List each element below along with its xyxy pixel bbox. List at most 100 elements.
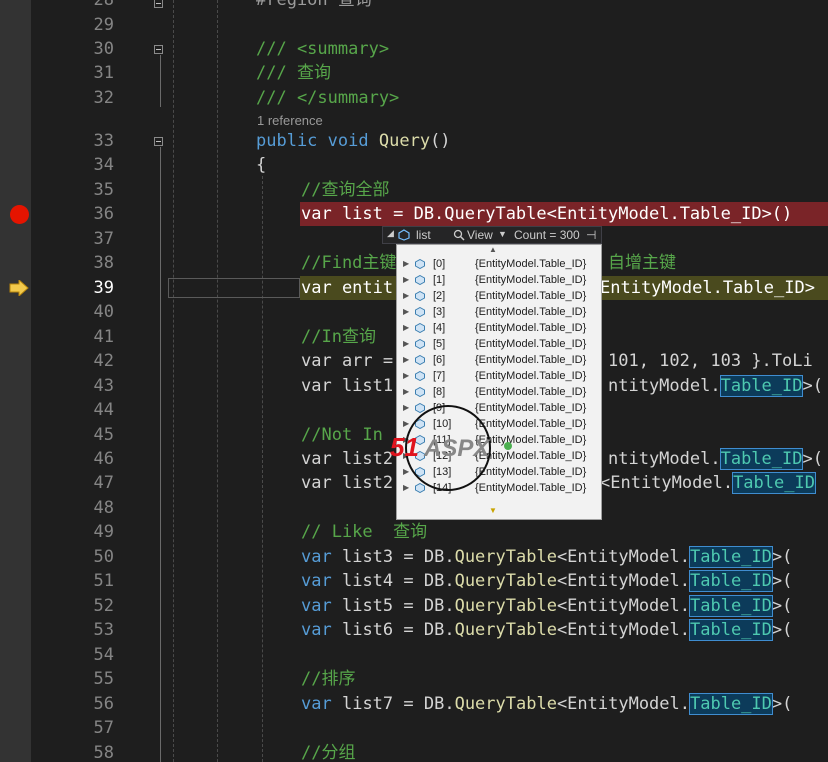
code-line-47-tail[interactable]: <EntityModel.Table_ID (600, 471, 816, 495)
code-line-45[interactable]: //Not In (301, 423, 383, 447)
object-icon (415, 323, 425, 333)
expand-arrow-icon[interactable]: ▶ (403, 272, 409, 288)
code-line-31[interactable]: /// 查询 (256, 61, 331, 85)
collapse-arrow-icon[interactable]: ◢ (387, 228, 394, 239)
pin-icon[interactable]: ⊣ (586, 228, 596, 242)
item-value: {EntityModel.Table_ID} (475, 258, 587, 270)
datatip-row[interactable]: ▶ [8] {EntityModel.Table_ID} (397, 384, 601, 400)
breakpoint-margin[interactable] (0, 0, 31, 762)
fold-toggle-method[interactable] (154, 137, 163, 146)
datatip-row[interactable]: ▶ [0] {EntityModel.Table_ID} (397, 256, 601, 272)
fold-toggle-summary[interactable] (154, 45, 163, 54)
fold-toggle-region[interactable] (154, 0, 163, 8)
expand-arrow-icon[interactable]: ▶ (403, 304, 409, 320)
item-value: {EntityModel.Table_ID} (475, 274, 587, 286)
codelens-references[interactable]: 1 reference (257, 113, 323, 129)
code-line-33[interactable]: public void Query() (256, 129, 451, 153)
line-number: 41 (93, 327, 114, 347)
code-line-56[interactable]: var list7 = DB.QueryTable<EntityModel.Ta… (301, 692, 792, 716)
expand-arrow-icon[interactable]: ▶ (403, 368, 409, 384)
code-line-42[interactable]: var arr = (301, 349, 393, 373)
magnifier-icon (453, 229, 465, 241)
item-index: [2] (433, 290, 446, 302)
object-icon (415, 259, 425, 269)
item-value: {EntityModel.Table_ID} (475, 290, 587, 302)
code-line-41[interactable]: //In查询 (301, 325, 376, 349)
code-line-50[interactable]: var list3 = DB.QueryTable<EntityModel.Ta… (301, 545, 792, 569)
line-number: 37 (93, 229, 114, 249)
expand-arrow-icon[interactable]: ▶ (403, 352, 409, 368)
code-line-55[interactable]: //排序 (301, 667, 355, 691)
expand-arrow-icon[interactable]: ▶ (403, 256, 409, 272)
line-number: 40 (93, 302, 114, 322)
code-line-42-tail[interactable]: 101, 102, 103 }.ToLi (608, 349, 813, 373)
view-dropdown[interactable]: View (467, 228, 493, 242)
code-line-28[interactable]: #region 查询 (256, 0, 372, 12)
svg-text:ASPX: ASPX (423, 435, 491, 462)
code-line-46[interactable]: var list2 (301, 447, 393, 471)
code-line-49[interactable]: // Like 查询 (301, 520, 427, 544)
code-line-46-tail[interactable]: ntityModel.Table_ID>( (608, 447, 823, 471)
code-line-34[interactable]: { (256, 153, 266, 177)
line-number: 45 (93, 425, 114, 445)
expand-arrow-icon[interactable]: ▶ (403, 288, 409, 304)
highlight-match: Table_ID (732, 472, 816, 494)
datatip-row[interactable]: ▶ [3] {EntityModel.Table_ID} (397, 304, 601, 320)
code-token: <EntityModel. (556, 596, 690, 616)
svg-text:51: 51 (390, 432, 419, 462)
object-icon (415, 275, 425, 285)
breakpoint-icon[interactable] (10, 205, 29, 224)
datatip-header[interactable]: ◢ list View ▼ Count = 300 ⊣ (382, 226, 602, 244)
code-line-43[interactable]: var list1 (301, 374, 393, 398)
line-number: 51 (93, 571, 114, 591)
datatip-row[interactable]: ▶ [5] {EntityModel.Table_ID} (397, 336, 601, 352)
code-line-51[interactable]: var list4 = DB.QueryTable<EntityModel.Ta… (301, 569, 792, 593)
text: ntityModel. (608, 449, 721, 469)
code-line-53[interactable]: var list6 = DB.QueryTable<EntityModel.Ta… (301, 618, 792, 642)
item-index: [8] (433, 386, 446, 398)
code-line-36[interactable]: var list = DB.QueryTable<EntityModel.Tab… (301, 202, 792, 226)
code-token: >( (771, 547, 793, 567)
fold-line (160, 55, 161, 107)
scroll-down-icon[interactable]: ▼ (489, 506, 497, 515)
item-index: [3] (433, 306, 446, 318)
expand-arrow-icon[interactable]: ▶ (403, 336, 409, 352)
datatip-row[interactable]: ▶ [2] {EntityModel.Table_ID} (397, 288, 601, 304)
item-value: {EntityModel.Table_ID} (475, 338, 587, 350)
item-value: {EntityModel.Table_ID} (475, 354, 587, 366)
code-line-52[interactable]: var list5 = DB.QueryTable<EntityModel.Ta… (301, 594, 792, 618)
text: >( (802, 376, 823, 396)
item-index: [6] (433, 354, 446, 366)
line-number: 53 (93, 620, 114, 640)
datatip-row[interactable]: ▶ [4] {EntityModel.Table_ID} (397, 320, 601, 336)
highlight-match: Table_ID (689, 619, 773, 641)
code-token: <EntityModel. (556, 571, 690, 591)
method-name: Query (378, 131, 431, 151)
code-line-47[interactable]: var list2 (301, 471, 393, 495)
code-line-38-tail[interactable]: 自增主键 (608, 251, 676, 275)
chevron-down-icon[interactable]: ▼ (498, 229, 507, 239)
line-number: 28 (93, 0, 114, 10)
code-line-32[interactable]: /// </summary> (256, 86, 399, 110)
keyword: void (327, 131, 369, 151)
scroll-up-icon[interactable]: ▲ (489, 245, 497, 254)
datatip-row[interactable]: ▶ [6] {EntityModel.Table_ID} (397, 352, 601, 368)
object-icon (415, 387, 425, 397)
code-line-58[interactable]: //分组 (301, 741, 355, 762)
code-line-43-tail[interactable]: ntityModel.Table_ID>( (608, 374, 823, 398)
line-number: 39 (93, 278, 114, 298)
code-line-38[interactable]: //Find主键 (301, 251, 396, 275)
code-line-35[interactable]: //查询全部 (301, 178, 389, 202)
expand-arrow-icon[interactable]: ▶ (403, 384, 409, 400)
code-line-30[interactable]: /// <summary> (256, 37, 389, 61)
code-token: >( (771, 596, 793, 616)
object-icon (415, 371, 425, 381)
datatip-row[interactable]: ▶ [7] {EntityModel.Table_ID} (397, 368, 601, 384)
expand-arrow-icon[interactable]: ▶ (403, 320, 409, 336)
code-line-39[interactable]: var entit (301, 276, 393, 300)
code-line-39-tail[interactable]: EntityModel.Table_ID> (600, 276, 815, 300)
datatip-row[interactable]: ▶ [1] {EntityModel.Table_ID} (397, 272, 601, 288)
code-token: = DB. (393, 571, 455, 591)
code-editor[interactable]: 28 29 30 31 32 33 34 35 36 37 38 39 40 41 42 43 44 45 46 47… (0, 0, 828, 762)
